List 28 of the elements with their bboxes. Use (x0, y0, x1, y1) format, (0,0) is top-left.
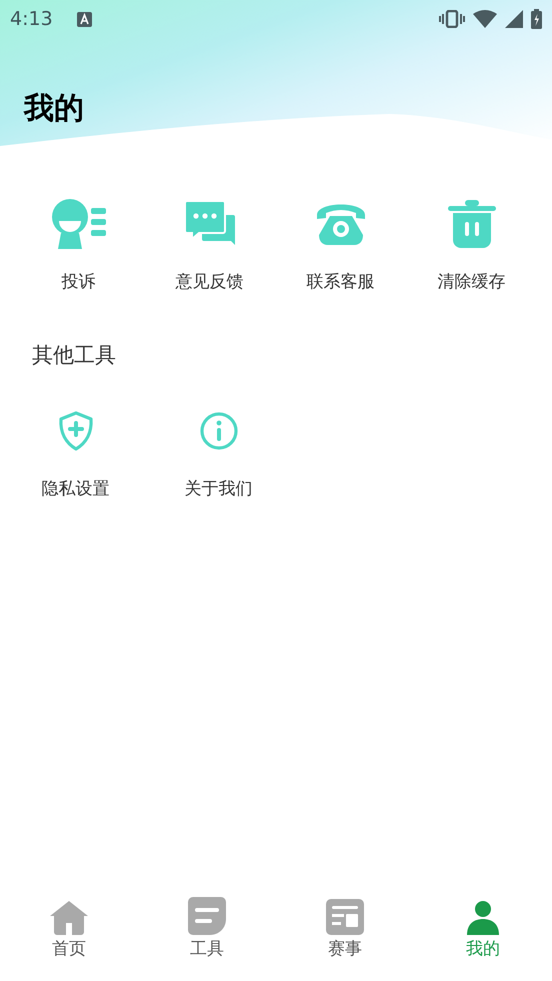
person-icon (467, 901, 499, 935)
person-list-icon (50, 199, 106, 249)
menu-tile[interactable]: 关于我们 (147, 405, 290, 502)
info-icon (200, 412, 238, 450)
vibrate-icon (439, 10, 465, 28)
menu-tile[interactable]: 意见反馈 (144, 198, 275, 296)
trash-icon (448, 200, 496, 248)
telephone-icon (316, 203, 366, 245)
note-icon (188, 897, 226, 935)
page-title: 我的 (22, 94, 85, 124)
shield-plus-icon (58, 411, 94, 451)
chat-bubbles-icon (184, 201, 234, 247)
battery-icon (531, 9, 542, 29)
home-icon (50, 901, 88, 935)
menu-tile[interactable]: 投诉 (13, 198, 144, 296)
keyboard-icon (76, 12, 92, 26)
menu-tile[interactable]: 联系客服 (275, 198, 406, 296)
wifi-icon (473, 10, 497, 28)
news-icon (326, 899, 364, 935)
menu-tile[interactable]: 隐私设置 (4, 405, 147, 502)
nav-tab[interactable]: 首页 (0, 895, 138, 962)
menu-tile[interactable]: 清除缓存 (406, 198, 537, 296)
status-time: 4:13 (10, 6, 53, 32)
signal-icon (505, 10, 523, 28)
nav-tab[interactable]: 工具 (138, 895, 276, 962)
section-title: 其他工具 (31, 342, 117, 368)
nav-tab[interactable]: 我的 (414, 895, 552, 962)
nav-tab[interactable]: 赛事 (276, 895, 414, 962)
